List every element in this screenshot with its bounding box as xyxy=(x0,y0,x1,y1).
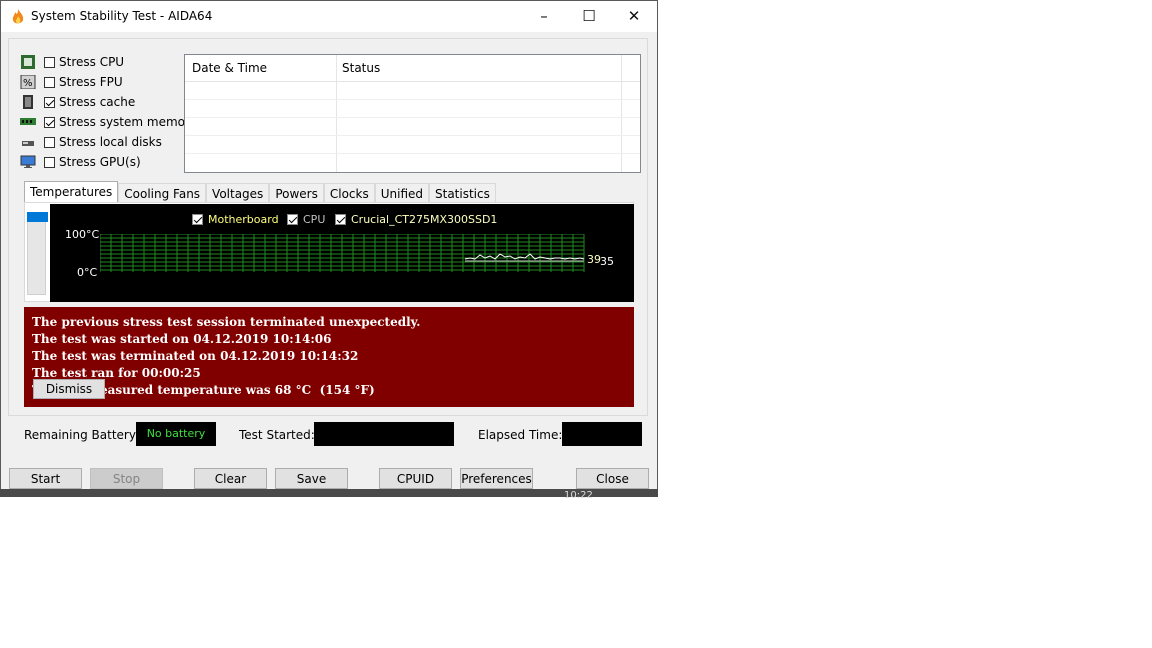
stress-gpu-label: Stress GPU(s) xyxy=(59,155,141,169)
y-axis-bottom-label: 0°C xyxy=(77,266,98,279)
cpuid-button[interactable]: CPUID xyxy=(379,468,452,489)
minimize-button[interactable]: – xyxy=(521,1,567,32)
crash-alert-panel: The previous stress test session termina… xyxy=(24,307,634,407)
temperature-graph: Motherboard CPU Crucial_CT275MX300SSD1 1… xyxy=(50,204,634,302)
stress-disks-label: Stress local disks xyxy=(59,135,162,149)
battery-value: No battery xyxy=(136,422,216,446)
event-log-list[interactable]: Date & Time Status xyxy=(184,54,641,173)
stress-disks-option[interactable]: Stress local disks xyxy=(20,133,162,151)
current-value-b: 35 xyxy=(600,255,614,268)
elapsed-time-value xyxy=(562,422,642,446)
cpu-chip-icon xyxy=(21,55,35,69)
stress-cpu-option[interactable]: Stress CPU xyxy=(20,53,124,71)
stop-button[interactable]: Stop xyxy=(90,468,163,489)
log-column-divider xyxy=(621,55,622,172)
stress-cpu-checkbox[interactable] xyxy=(44,56,55,68)
stress-cache-checkbox[interactable] xyxy=(44,96,55,108)
start-button[interactable]: Start xyxy=(9,468,82,489)
test-started-value xyxy=(314,422,454,446)
legend-motherboard-checkbox[interactable] xyxy=(192,214,203,225)
svg-text:%: % xyxy=(23,78,33,89)
taskbar-strip xyxy=(0,489,658,497)
log-header: Date & Time Status xyxy=(185,55,640,82)
graph-scrollbar[interactable] xyxy=(27,212,48,295)
graph-tabs: Temperatures Cooling Fans Voltages Power… xyxy=(24,181,496,204)
legend-ssd-checkbox[interactable] xyxy=(335,214,346,225)
remaining-battery-label: Remaining Battery: xyxy=(24,428,140,442)
current-value-a: 39 xyxy=(587,253,601,266)
stress-memory-checkbox[interactable] xyxy=(44,116,55,128)
save-button[interactable]: Save xyxy=(275,468,348,489)
clear-button[interactable]: Clear xyxy=(194,468,267,489)
legend-ssd-label: Crucial_CT275MX300SSD1 xyxy=(351,213,498,226)
memory-module-icon xyxy=(20,118,36,125)
disk-drive-icon xyxy=(22,141,34,146)
tab-voltages[interactable]: Voltages xyxy=(206,183,270,204)
stress-cpu-label: Stress CPU xyxy=(59,55,125,69)
stress-memory-label: Stress system memory xyxy=(59,115,198,129)
legend-motherboard[interactable]: Motherboard xyxy=(192,213,279,226)
y-axis-top-label: 100°C xyxy=(65,228,100,241)
alert-line-1: The previous stress test session termina… xyxy=(32,315,421,329)
legend-motherboard-label: Motherboard xyxy=(208,213,279,226)
scrollbar-thumb[interactable] xyxy=(27,212,48,222)
tab-cooling-fans[interactable]: Cooling Fans xyxy=(118,183,207,204)
tab-powers[interactable]: Powers xyxy=(269,183,324,204)
gpu-monitor-icon xyxy=(20,155,36,168)
close-button[interactable]: Close xyxy=(576,468,649,489)
stress-memory-option[interactable]: Stress system memory xyxy=(20,113,197,131)
test-started-label: Test Started: xyxy=(239,428,315,442)
tab-unified[interactable]: Unified xyxy=(374,183,429,204)
stress-disks-checkbox[interactable] xyxy=(44,136,55,148)
dismiss-button[interactable]: Dismiss xyxy=(33,379,105,399)
log-column-status[interactable]: Status xyxy=(342,61,380,75)
alert-line-2: The test was started on 04.12.2019 10:14… xyxy=(32,332,332,346)
alert-line-3: The test was terminated on 04.12.2019 10… xyxy=(32,349,359,363)
log-column-divider xyxy=(336,55,337,172)
graph-grid xyxy=(100,234,585,272)
cache-chip-icon xyxy=(23,95,33,109)
log-row-divider xyxy=(185,153,640,154)
tab-temperatures[interactable]: Temperatures xyxy=(24,181,119,204)
stress-gpu-checkbox[interactable] xyxy=(44,156,55,168)
maximize-button[interactable]: ☐ xyxy=(566,1,612,32)
legend-cpu[interactable]: CPU xyxy=(287,213,325,226)
taskbar-clock: 10:22 xyxy=(564,490,593,501)
close-window-button[interactable]: ✕ xyxy=(611,1,657,32)
log-column-datetime[interactable]: Date & Time xyxy=(192,61,267,75)
title-bar[interactable]: System Stability Test - AIDA64 – ☐ ✕ xyxy=(1,1,657,32)
alert-line-4: The test ran for 00:00:25 xyxy=(32,366,201,380)
stress-fpu-option[interactable]: % Stress FPU xyxy=(20,73,123,91)
stress-fpu-label: Stress FPU xyxy=(59,75,123,89)
log-row-divider xyxy=(185,117,640,118)
legend-ssd[interactable]: Crucial_CT275MX300SSD1 xyxy=(335,213,497,226)
stress-gpu-option[interactable]: Stress GPU(s) xyxy=(20,153,141,171)
aida64-flame-icon xyxy=(12,9,24,24)
stress-cache-option[interactable]: Stress cache xyxy=(20,93,135,111)
stress-fpu-checkbox[interactable] xyxy=(44,76,55,88)
tab-statistics[interactable]: Statistics xyxy=(429,183,496,204)
elapsed-time-label: Elapsed Time: xyxy=(478,428,563,442)
tab-clocks[interactable]: Clocks xyxy=(323,183,375,204)
legend-cpu-checkbox[interactable] xyxy=(287,214,298,225)
fpu-percent-icon: % xyxy=(20,75,36,89)
stress-cache-label: Stress cache xyxy=(59,95,136,109)
window-title: System Stability Test - AIDA64 xyxy=(31,9,213,23)
log-row-divider xyxy=(185,135,640,136)
log-row-divider xyxy=(185,99,640,100)
legend-cpu-label: CPU xyxy=(303,213,326,226)
preferences-button[interactable]: Preferences xyxy=(460,468,533,489)
